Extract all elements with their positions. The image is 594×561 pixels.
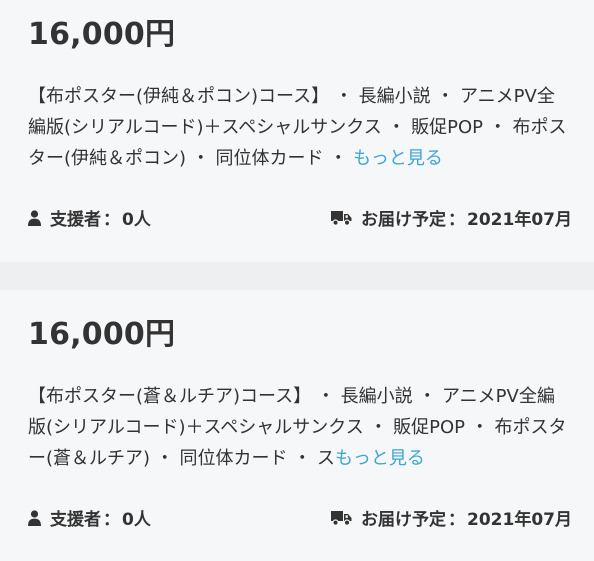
reward-meta: 支援者： 0人 お届け予定： 2021年07月 <box>28 505 572 530</box>
delivery-info: お届け予定： 2021年07月 <box>331 505 572 530</box>
delivery-info: お届け予定： 2021年07月 <box>331 205 572 230</box>
show-more-link[interactable]: もっと見る <box>335 448 425 469</box>
reward-price: 16,000円 <box>28 317 176 352</box>
supporters-info: 支援者： 0人 <box>28 205 151 230</box>
supporters-label: 支援者 <box>50 510 101 530</box>
reward-description: 【布ポスター(伊純＆ポコン)コース】 ・ 長編小説 ・ アニメPV全編版(シリア… <box>28 81 572 174</box>
delivery-date: 2021年07月 <box>467 210 572 230</box>
delivery-label: お届け予定 <box>361 510 447 530</box>
person-icon <box>28 209 41 226</box>
reward-price: 16,000円 <box>28 17 176 52</box>
separator: ： <box>103 210 120 230</box>
delivery-date: 2021年07月 <box>467 510 572 530</box>
supporters-count: 0人 <box>122 510 151 530</box>
truck-icon <box>331 210 352 226</box>
reward-description: 【布ポスター(蒼＆ルチア)コース】 ・ 長編小説 ・ アニメPV全編版(シリアル… <box>28 381 572 474</box>
reward-card[interactable]: 16,000円 【布ポスター(伊純＆ポコン)コース】 ・ 長編小説 ・ アニメP… <box>0 0 594 262</box>
supporters-label: 支援者 <box>50 210 101 230</box>
person-icon <box>28 509 41 526</box>
delivery-label: お届け予定 <box>361 210 447 230</box>
show-more-link[interactable]: もっと見る <box>353 148 443 169</box>
supporters-count: 0人 <box>122 210 151 230</box>
reward-meta: 支援者： 0人 お届け予定： 2021年07月 <box>28 205 572 230</box>
reward-description-text: 【布ポスター(伊純＆ポコン)コース】 ・ 長編小説 ・ アニメPV全編版(シリア… <box>28 86 567 169</box>
reward-description-text: 【布ポスター(蒼＆ルチア)コース】 ・ 長編小説 ・ アニメPV全編版(シリアル… <box>28 386 567 469</box>
separator: ： <box>448 510 466 530</box>
separator: ： <box>103 510 120 530</box>
separator: ： <box>448 210 466 230</box>
reward-card[interactable]: 16,000円 【布ポスター(蒼＆ルチア)コース】 ・ 長編小説 ・ アニメPV… <box>0 290 594 561</box>
supporters-info: 支援者： 0人 <box>28 505 151 530</box>
truck-icon <box>331 510 352 526</box>
